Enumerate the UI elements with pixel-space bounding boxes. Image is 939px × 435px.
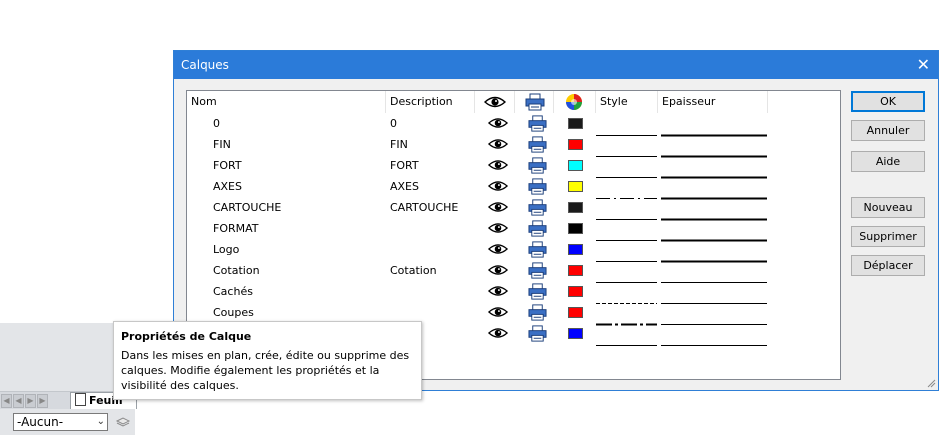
layer-description: AXES xyxy=(390,180,419,193)
layer-select[interactable]: -Aucun- ⌄ xyxy=(13,413,108,431)
layer-row[interactable]: Cachés xyxy=(187,281,837,304)
color-wheel-icon xyxy=(566,94,582,110)
chevron-down-icon: ⌄ xyxy=(96,416,105,427)
tooltip-body: Dans les mises en plan, crée, édite ou s… xyxy=(121,349,410,392)
last-sheet-arrow-icon[interactable]: ▶ xyxy=(37,394,48,408)
delete-layer-button[interactable]: Supprimer xyxy=(851,226,925,247)
printer-icon[interactable] xyxy=(528,303,547,324)
layer-color-swatch[interactable] xyxy=(568,307,583,318)
column-header-description-label: Description xyxy=(390,95,453,108)
layer-name: AXES xyxy=(213,180,242,193)
column-header-name[interactable]: Nom xyxy=(187,91,386,113)
layer-name: 0 xyxy=(213,117,220,130)
cancel-button[interactable]: Annuler xyxy=(851,120,925,141)
layer-name: CARTOUCHE xyxy=(213,201,282,214)
layer-line-thickness[interactable] xyxy=(661,333,767,354)
layer-color-swatch[interactable] xyxy=(568,202,583,213)
layer-color-swatch[interactable] xyxy=(568,265,583,276)
layer-row[interactable]: Coupes xyxy=(187,302,837,326)
layer-description: FORT xyxy=(390,159,419,172)
tooltip: Propriétés de Calque Dans les mises en p… xyxy=(113,321,422,400)
next-sheet-arrow-icon[interactable]: ▶ xyxy=(25,394,36,408)
layer-row[interactable]: FORT FORT xyxy=(187,155,837,179)
layer-color-swatch[interactable] xyxy=(568,286,583,297)
layer-row[interactable]: 00 xyxy=(187,113,837,137)
printer-icon[interactable] xyxy=(528,324,547,345)
dialog-titlebar: Calques ✕ xyxy=(174,51,938,79)
layer-color-swatch[interactable] xyxy=(568,160,583,171)
move-layer-button[interactable]: Déplacer xyxy=(851,255,925,276)
printer-icon xyxy=(525,93,545,111)
printer-icon[interactable] xyxy=(528,135,547,156)
layer-name: Cachés xyxy=(213,285,253,298)
layer-description: CARTOUCHE xyxy=(390,201,459,214)
layers-stack-icon[interactable] xyxy=(115,414,131,428)
layer-name: FORMAT xyxy=(213,222,259,235)
help-button[interactable]: Aide xyxy=(851,151,925,172)
layer-color-swatch[interactable] xyxy=(568,118,583,129)
close-icon[interactable]: ✕ xyxy=(917,55,930,74)
printer-icon[interactable] xyxy=(528,198,547,219)
column-header-description[interactable]: Description xyxy=(386,91,475,113)
column-header-thickness[interactable]: Epaisseur xyxy=(658,91,768,113)
printer-icon[interactable] xyxy=(528,282,547,303)
layer-name: Logo xyxy=(213,243,240,256)
layer-color-swatch[interactable] xyxy=(568,181,583,192)
layer-name: Cotation xyxy=(213,264,260,277)
layer-row[interactable]: Logo xyxy=(187,239,837,263)
layer-name: Coupes xyxy=(213,306,254,319)
layer-row[interactable]: FORMAT xyxy=(187,218,837,242)
resize-grip-icon[interactable] xyxy=(926,378,936,388)
layer-select-value: -Aucun- xyxy=(17,415,64,429)
dialog-title: Calques xyxy=(181,58,229,72)
layer-color-swatch[interactable] xyxy=(568,223,583,234)
layer-row[interactable]: FIN FIN xyxy=(187,134,837,158)
layer-color-swatch[interactable] xyxy=(568,328,583,339)
column-header-visible[interactable] xyxy=(475,91,515,113)
printer-icon[interactable] xyxy=(528,114,547,135)
layer-color-swatch[interactable] xyxy=(568,139,583,150)
column-header-style-label: Style xyxy=(600,95,628,108)
column-header-color[interactable] xyxy=(554,91,596,113)
layer-name: FORT xyxy=(213,159,242,172)
ok-button[interactable]: OK xyxy=(851,91,925,112)
sheet-icon xyxy=(75,393,86,406)
printer-icon[interactable] xyxy=(528,261,547,282)
new-layer-button[interactable]: Nouveau xyxy=(851,197,925,218)
layer-color-swatch[interactable] xyxy=(568,244,583,255)
printer-icon[interactable] xyxy=(528,219,547,240)
printer-icon[interactable] xyxy=(528,240,547,261)
eye-icon xyxy=(484,96,506,108)
layer-line-style[interactable] xyxy=(596,333,657,354)
column-header-name-label: Nom xyxy=(191,95,217,108)
column-header-print[interactable] xyxy=(515,91,554,113)
first-sheet-arrow-icon[interactable]: ◀ xyxy=(1,394,12,408)
printer-icon[interactable] xyxy=(528,156,547,177)
tooltip-title: Propriétés de Calque xyxy=(121,330,252,343)
printer-icon[interactable] xyxy=(528,177,547,198)
layer-name: FIN xyxy=(213,138,231,151)
column-header-thickness-label: Epaisseur xyxy=(662,95,716,108)
prev-sheet-arrow-icon[interactable]: ◀ xyxy=(13,394,24,408)
layer-row[interactable]: AXES AXES xyxy=(187,176,837,200)
column-header-style[interactable]: Style xyxy=(596,91,658,113)
eye-icon[interactable] xyxy=(487,326,509,347)
layer-description: 0 xyxy=(390,117,397,130)
layer-row[interactable]: CARTOUCHE CARTOUCHE xyxy=(187,197,837,221)
layer-description: Cotation xyxy=(390,264,437,277)
layer-row[interactable]: Cotation Cotation xyxy=(187,260,837,283)
layer-description: FIN xyxy=(390,138,408,151)
